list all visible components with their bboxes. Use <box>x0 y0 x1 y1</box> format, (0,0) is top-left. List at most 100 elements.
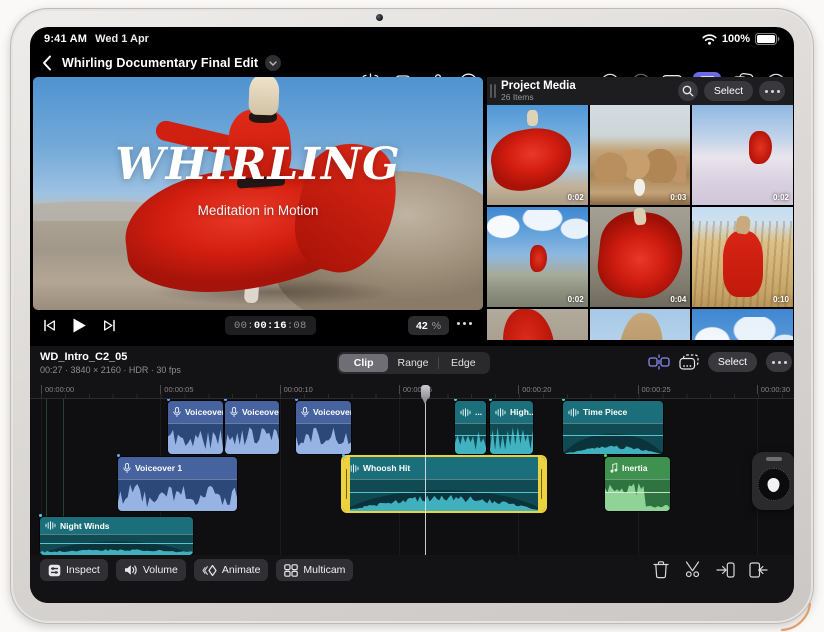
volume-line[interactable] <box>563 435 663 436</box>
timeline-clip[interactable]: Night Winds <box>40 517 193 555</box>
tab-clip[interactable]: Clip <box>339 354 389 372</box>
waveform-icon <box>568 407 579 417</box>
timeline-more-icon[interactable] <box>766 352 792 372</box>
back-button[interactable] <box>42 55 52 71</box>
timeline-ruler[interactable]: 00:00:00 00:00:05 00:00:10 00:00:15 00:00:20… <box>30 383 794 399</box>
thumb-duration: 0:02 <box>567 193 584 202</box>
mic-icon <box>123 462 131 474</box>
timeline-clip[interactable]: Inertia <box>605 457 670 511</box>
chevron-down-icon[interactable] <box>265 55 282 71</box>
timeline-clip[interactable]: Time Piece <box>563 401 663 454</box>
animate-button[interactable]: Animate <box>193 559 269 581</box>
ruler-label: 00:00:20 <box>518 385 551 394</box>
zoom-unit: % <box>431 319 442 332</box>
tab-range[interactable]: Range <box>388 354 437 372</box>
timeline-header: WD_Intro_C2_05 00:27 · 3840 × 2160 · HDR… <box>30 346 794 382</box>
thumb-figure <box>633 179 645 196</box>
skip-back-icon[interactable] <box>43 319 56 332</box>
clip-label: High... <box>510 407 533 417</box>
timeline-clip[interactable]: Voiceover 2 <box>168 401 223 454</box>
insert-clip-icon[interactable] <box>716 562 735 578</box>
clip-browser-icon[interactable] <box>679 354 699 370</box>
timecode-hours: 00: <box>234 319 254 332</box>
clip-label: Voiceover 2 <box>185 407 223 417</box>
play-button[interactable] <box>72 317 87 334</box>
thumb-figure <box>530 245 548 272</box>
search-icon[interactable] <box>677 81 698 101</box>
thumb-figure <box>613 310 667 340</box>
trim-handle-right[interactable] <box>538 457 545 511</box>
ruler-label: 00:00:10 <box>279 385 313 394</box>
media-grid: 0:02 0:03 0:02 0:02 0:04 0:10 <box>487 105 793 340</box>
media-thumbnail[interactable]: 0:02 <box>692 105 793 205</box>
clip-label: Night Winds <box>60 520 110 531</box>
thumb-figure <box>722 231 763 297</box>
viewer: WHIRLING Meditation in Motion <box>33 77 483 310</box>
timeline-tracks[interactable]: Voiceover 2 Voiceover 2 Voiceover 3... High… <box>30 399 794 555</box>
media-thumbnail[interactable]: 0:10 <box>692 207 793 307</box>
volume-line[interactable] <box>490 435 533 436</box>
volume-line[interactable] <box>455 435 486 436</box>
timecode-display[interactable]: 00: 00:16:08 <box>225 316 316 335</box>
skip-forward-icon[interactable] <box>103 319 116 332</box>
viewer-more-icon[interactable] <box>457 322 472 325</box>
media-thumbnail[interactable]: 0:04 <box>589 207 691 307</box>
timecode-main: 00:16 <box>253 319 287 332</box>
zoom-value: 42 <box>416 319 428 332</box>
media-thumbnail[interactable] <box>589 309 691 340</box>
jog-wheel[interactable] <box>752 452 794 510</box>
media-select-button[interactable]: Select <box>703 81 753 101</box>
volume-line[interactable] <box>605 492 670 493</box>
media-thumbnail[interactable]: 0:03 <box>589 105 691 205</box>
panel-drag-handle[interactable] <box>490 84 496 98</box>
playhead-handle[interactable] <box>421 385 430 404</box>
volume-line[interactable] <box>40 543 193 544</box>
jog-dial[interactable] <box>757 468 790 501</box>
clip-label: Whoosh Hit <box>363 463 411 473</box>
timeline-project-name: WD_Intro_C2_05 <box>40 351 128 363</box>
thumb-figure <box>487 122 577 196</box>
timeline-clip[interactable]: High... <box>490 401 533 454</box>
timeline-select-button[interactable]: Select <box>707 352 757 372</box>
timeline-clip[interactable]: Whoosh Hit <box>343 457 545 511</box>
jog-drag-bar[interactable] <box>765 457 782 461</box>
multicam-button[interactable]: Multicam <box>276 559 354 581</box>
volume-button[interactable]: Volume <box>115 559 186 581</box>
timecode-frames: :08 <box>286 319 307 332</box>
clip-marker-dot <box>39 514 42 517</box>
timeline-footer: Inspect Volume Animate Multicam <box>30 557 794 585</box>
delete-icon[interactable] <box>653 561 669 579</box>
playhead-line <box>425 396 426 555</box>
viewer-zoom-control[interactable]: 42 % <box>408 316 450 335</box>
ipad-bezel: 9:41 AM Wed 1 Apr 100% Whirling Document… <box>10 8 814 624</box>
clip-appearance-icon[interactable] <box>648 354 670 370</box>
screen: 9:41 AM Wed 1 Apr 100% Whirling Document… <box>30 27 794 603</box>
split-clip-icon[interactable] <box>683 561 702 579</box>
volume-line[interactable] <box>343 492 545 493</box>
waveform-icon <box>495 407 506 417</box>
project-media-panel: Project Media 26 Items Select 0:02 0:03 0:… <box>487 77 793 340</box>
thumb-duration: 0:10 <box>772 295 789 304</box>
timeline-clip[interactable]: Voiceover 1 <box>118 457 237 511</box>
inspect-button[interactable]: Inspect <box>40 559 108 581</box>
thumb-duration: 0:04 <box>670 295 687 304</box>
timeline-clip[interactable]: Voiceover 3 <box>296 401 351 454</box>
media-thumbnail[interactable] <box>487 309 588 340</box>
project-title[interactable]: Whirling Documentary Final Edit <box>62 56 258 70</box>
timeline-clip[interactable]: Voiceover 2 <box>225 401 279 454</box>
edit-mode-segmented-control: Clip Range Edge <box>337 352 490 374</box>
viewer-overlay-subtitle: Meditation in Motion <box>197 203 319 218</box>
media-more-icon[interactable] <box>759 81 785 101</box>
thumb-duration: 0:03 <box>670 193 687 202</box>
overwrite-clip-icon[interactable] <box>749 562 768 578</box>
media-thumbnail[interactable]: 0:02 <box>487 207 588 307</box>
trim-handle-left[interactable] <box>343 457 350 511</box>
timeline-clip[interactable]: ... <box>455 401 486 454</box>
media-thumbnail[interactable]: 0:02 <box>487 105 588 205</box>
timeline-section: WD_Intro_C2_05 00:27 · 3840 × 2160 · HDR… <box>30 346 794 603</box>
status-date: Wed 1 Apr <box>95 33 149 45</box>
media-thumbnail[interactable] <box>692 309 793 340</box>
clip-label: Inertia <box>622 463 648 473</box>
corner-reflection <box>780 602 812 632</box>
tab-edge[interactable]: Edge <box>439 354 488 372</box>
